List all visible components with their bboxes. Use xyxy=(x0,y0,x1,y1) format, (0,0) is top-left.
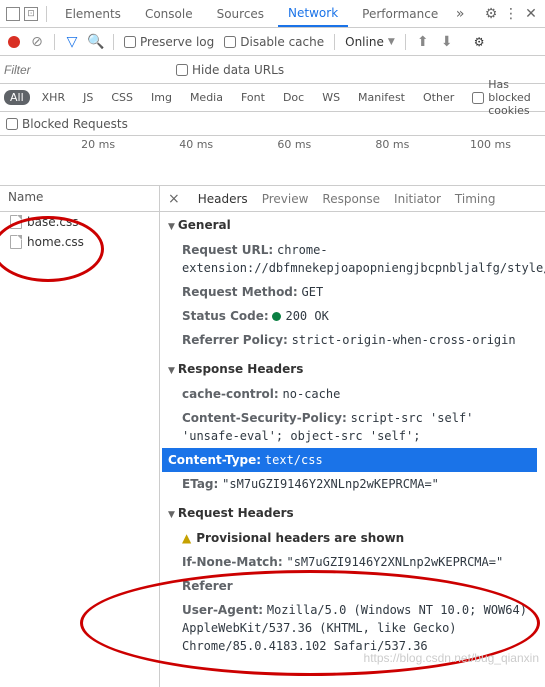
filter-ws[interactable]: WS xyxy=(316,90,346,105)
header-user-agent: User-Agent: Mozilla/5.0 (Windows NT 10.0… xyxy=(168,598,537,658)
tab-elements[interactable]: Elements xyxy=(55,0,131,27)
settings-icon[interactable]: ⚙ xyxy=(483,6,499,22)
filter-media[interactable]: Media xyxy=(184,90,229,105)
filter-doc[interactable]: Doc xyxy=(277,90,310,105)
has-blocked-cookies-checkbox[interactable]: Has blocked cookies xyxy=(472,78,541,117)
preserve-log-checkbox[interactable]: Preserve log xyxy=(124,35,214,49)
header-csp: Content-Security-Policy: script-src 'sel… xyxy=(168,406,537,448)
record-button[interactable] xyxy=(8,36,20,48)
filter-input[interactable] xyxy=(4,63,164,77)
filter-other[interactable]: Other xyxy=(417,90,460,105)
header-referer: Referer xyxy=(168,574,537,598)
status-dot-icon xyxy=(272,312,281,321)
filter-img[interactable]: Img xyxy=(145,90,178,105)
filter-bar: Hide data URLs xyxy=(0,56,545,84)
tab-performance[interactable]: Performance xyxy=(352,0,448,27)
tab-console[interactable]: Console xyxy=(135,0,203,27)
request-row[interactable]: base.css xyxy=(0,212,159,232)
main-tabbar: ⊡ Elements Console Sources Network Perfo… xyxy=(0,0,545,28)
header-etag: ETag: "sM7uGZI9146Y2XNLnp2wKEPRCMA=" xyxy=(168,472,537,496)
request-list: Name base.css home.css xyxy=(0,186,160,687)
download-icon[interactable]: ⬇ xyxy=(440,35,454,49)
device-toggle-icon[interactable]: ⊡ xyxy=(24,7,38,21)
detail-tab-headers[interactable]: Headers xyxy=(198,192,248,206)
section-response-headers[interactable]: Response Headers xyxy=(168,362,537,376)
file-icon xyxy=(10,215,22,229)
provisional-warning: ▲Provisional headers are shown xyxy=(168,526,537,550)
status-code: Status Code: 200 OK xyxy=(168,304,537,328)
request-url: Request URL: chrome-extension://dbfmneke… xyxy=(168,238,537,280)
clear-button[interactable]: ⊘ xyxy=(30,35,44,49)
section-general[interactable]: General xyxy=(168,218,537,232)
filter-font[interactable]: Font xyxy=(235,90,271,105)
filter-xhr[interactable]: XHR xyxy=(36,90,71,105)
network-settings-icon[interactable]: ⚙ xyxy=(474,35,485,49)
header-cache-control: cache-control: no-cache xyxy=(168,382,537,406)
timeline[interactable]: 20 ms 40 ms 60 ms 80 ms 100 ms xyxy=(0,136,545,186)
details-tabbar: × Headers Preview Response Initiator Tim… xyxy=(160,186,545,212)
close-icon[interactable]: ✕ xyxy=(523,6,539,22)
tab-network[interactable]: Network xyxy=(278,0,348,27)
section-request-headers[interactable]: Request Headers xyxy=(168,506,537,520)
filter-js[interactable]: JS xyxy=(77,90,99,105)
detail-tab-timing[interactable]: Timing xyxy=(455,192,496,206)
warning-icon: ▲ xyxy=(182,531,191,545)
blocked-bar: Blocked Requests xyxy=(0,112,545,136)
request-row[interactable]: home.css xyxy=(0,232,159,252)
header-content-type[interactable]: Content-Type: text/css xyxy=(162,448,537,472)
header-if-none-match: If-None-Match: "sM7uGZI9146Y2XNLnp2wKEPR… xyxy=(168,550,537,574)
tick: 40 ms xyxy=(179,138,213,151)
name-column-header[interactable]: Name xyxy=(0,186,159,212)
filter-css[interactable]: CSS xyxy=(105,90,139,105)
request-method: Request Method: GET xyxy=(168,280,537,304)
throttle-select[interactable]: Online▼ xyxy=(345,35,395,49)
filter-all[interactable]: All xyxy=(4,90,30,105)
detail-tab-initiator[interactable]: Initiator xyxy=(394,192,441,206)
tick: 100 ms xyxy=(470,138,511,151)
details-pane: × Headers Preview Response Initiator Tim… xyxy=(160,186,545,687)
filter-icon[interactable]: ▽ xyxy=(65,35,79,49)
search-icon[interactable]: 🔍 xyxy=(89,35,103,49)
detail-tab-response[interactable]: Response xyxy=(322,192,380,206)
upload-icon[interactable]: ⬆ xyxy=(416,35,430,49)
tick: 60 ms xyxy=(277,138,311,151)
main-area: Name base.css home.css × Headers Preview… xyxy=(0,186,545,687)
referrer-policy: Referrer Policy: strict-origin-when-cros… xyxy=(168,328,537,352)
more-tabs-icon[interactable]: » xyxy=(452,6,468,22)
tick: 20 ms xyxy=(81,138,115,151)
inspect-icon[interactable] xyxy=(6,7,20,21)
network-toolbar: ⊘ ▽ 🔍 Preserve log Disable cache Online▼… xyxy=(0,28,545,56)
blocked-requests-checkbox[interactable]: Blocked Requests xyxy=(6,117,128,131)
tab-sources[interactable]: Sources xyxy=(207,0,274,27)
close-details-icon[interactable]: × xyxy=(164,191,184,207)
kebab-icon[interactable]: ⋮ xyxy=(503,6,519,22)
file-icon xyxy=(10,235,22,249)
watermark: https://blog.csdn.net/bug_qianxin xyxy=(364,651,539,665)
disable-cache-checkbox[interactable]: Disable cache xyxy=(224,35,324,49)
tick: 80 ms xyxy=(375,138,409,151)
hide-data-urls-checkbox[interactable]: Hide data URLs xyxy=(176,63,284,77)
headers-panel: General Request URL: chrome-extension://… xyxy=(160,212,545,687)
detail-tab-preview[interactable]: Preview xyxy=(262,192,309,206)
type-filter-bar: All XHR JS CSS Img Media Font Doc WS Man… xyxy=(0,84,545,112)
filter-manifest[interactable]: Manifest xyxy=(352,90,411,105)
